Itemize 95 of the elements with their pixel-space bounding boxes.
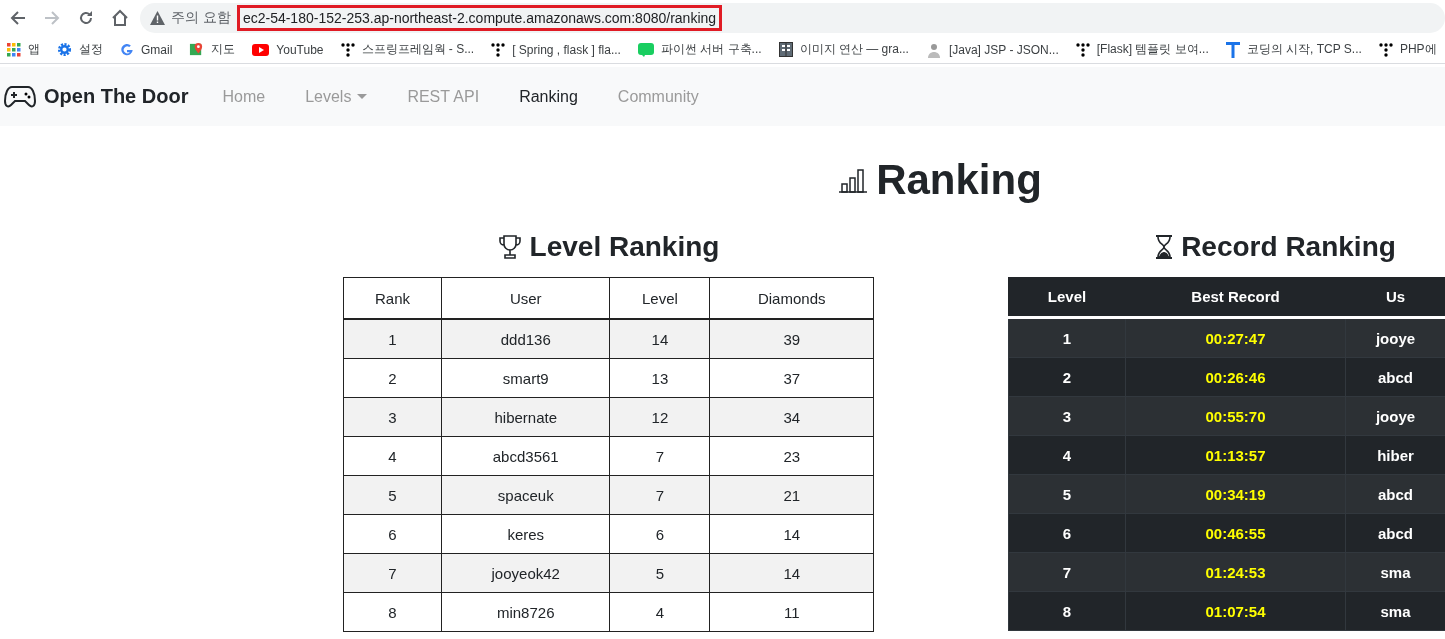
record-time: 00:34:19 xyxy=(1125,474,1346,514)
table-cell: 39 xyxy=(709,319,874,359)
bookmark[interactable]: PHP에 xyxy=(1378,41,1437,58)
table-cell: 2 xyxy=(343,358,442,398)
gear-icon xyxy=(57,42,72,57)
table-cell: 1 xyxy=(343,319,442,359)
url-text: ec2-54-180-152-253.ap-northeast-2.compute.amazonaws.com:8080/ranking xyxy=(236,5,723,31)
table-cell: 4 xyxy=(1008,435,1126,475)
table-cell: 7 xyxy=(343,553,442,593)
table-cell: 23 xyxy=(709,436,874,476)
table-cell: 8 xyxy=(1008,591,1126,631)
map-pin-icon xyxy=(189,42,205,57)
brand-name[interactable]: Open The Door xyxy=(44,85,189,108)
apps-grid-icon xyxy=(7,42,21,57)
table-cell: 7 xyxy=(1008,552,1126,592)
person-icon xyxy=(925,41,942,58)
trophy-icon xyxy=(497,234,522,260)
table-cell: 12 xyxy=(609,397,710,437)
record-time: 00:26:46 xyxy=(1125,357,1346,397)
table-cell: 6 xyxy=(609,514,710,554)
bookmark[interactable]: 스프링프레임웍 - S... xyxy=(340,41,475,58)
bookmark[interactable]: YouTube xyxy=(252,42,324,57)
table-cell: 21 xyxy=(709,475,874,515)
table-cell: abcd xyxy=(1345,474,1445,514)
security-warning: 주의 요함 xyxy=(171,9,231,27)
table-cell: 14 xyxy=(609,319,710,359)
table-cell: 2 xyxy=(1008,357,1126,397)
table-cell: keres xyxy=(441,514,610,554)
table-cell: 11 xyxy=(709,592,874,632)
bookmark[interactable]: 코딩의 시작, TCP S... xyxy=(1225,41,1362,58)
table-cell: 4 xyxy=(609,592,710,632)
bookmark[interactable]: [Flask] 템플릿 보여... xyxy=(1075,41,1209,58)
table-cell: spaceuk xyxy=(441,475,610,515)
table-cell: min8726 xyxy=(441,592,610,632)
t-letter-icon xyxy=(1225,41,1240,58)
bookmark[interactable]: 설정 xyxy=(57,41,103,58)
table-cell: 7 xyxy=(609,475,710,515)
bookmark[interactable]: [Java] JSP - JSON... xyxy=(925,41,1059,58)
bookmark[interactable]: 이미지 연산 — gra... xyxy=(778,41,909,58)
table-cell: hibernate xyxy=(441,397,610,437)
blog-icon xyxy=(637,42,654,57)
table-cell: sma xyxy=(1345,552,1445,592)
table-cell: 13 xyxy=(609,358,710,398)
home-icon xyxy=(111,9,129,27)
play-icon xyxy=(252,43,270,56)
table-cell: jooye xyxy=(1345,396,1445,436)
forward-arrow-icon xyxy=(44,10,60,26)
table-cell: jooye xyxy=(1345,317,1445,358)
table-cell: smart9 xyxy=(441,358,610,398)
dots-icon xyxy=(340,42,355,57)
table-cell: 3 xyxy=(1008,396,1126,436)
table-cell: 7 xyxy=(609,436,710,476)
book-icon xyxy=(778,42,793,57)
record-time: 00:55:70 xyxy=(1125,396,1346,436)
table-cell: 14 xyxy=(709,553,874,593)
bookmark[interactable]: 지도 xyxy=(189,41,236,58)
table-cell: ddd136 xyxy=(441,319,610,359)
dots-icon xyxy=(491,42,506,57)
dots-icon xyxy=(1075,42,1090,57)
table-cell: 4 xyxy=(343,436,442,476)
record-time: 00:27:47 xyxy=(1125,317,1346,358)
table-cell: 5 xyxy=(343,475,442,515)
table-cell: 37 xyxy=(709,358,874,398)
reload-icon xyxy=(78,10,94,26)
table-cell: 1 xyxy=(1008,317,1126,358)
record-time: 01:24:53 xyxy=(1125,552,1346,592)
section-title: Record Ranking xyxy=(1181,231,1396,263)
address-bar[interactable]: 주의 요함 ec2-54-180-152-253.ap-northeast-2.compute.amazonaws.com:8080/ranking xyxy=(140,3,1445,33)
table-cell: abcd3561 xyxy=(441,436,610,476)
page-title: Ranking xyxy=(876,155,1042,205)
table-cell: 6 xyxy=(343,514,442,554)
hourglass-icon xyxy=(1155,235,1174,259)
back-arrow-icon xyxy=(10,10,26,26)
table-cell: 3 xyxy=(343,397,442,437)
table-cell: 34 xyxy=(709,397,874,437)
warning-icon xyxy=(150,11,165,25)
bookmark[interactable]: 파이썬 서버 구축... xyxy=(637,41,762,58)
record-time: 01:13:57 xyxy=(1125,435,1346,475)
dots-icon xyxy=(1378,42,1393,57)
gamepad-icon xyxy=(4,84,36,109)
section-title: Level Ranking xyxy=(529,231,720,263)
table-cell: 6 xyxy=(1008,513,1126,553)
table-cell: jooyeok42 xyxy=(441,553,610,593)
table-cell: 8 xyxy=(343,592,442,632)
g-logo-icon xyxy=(120,42,134,57)
bar-chart-icon xyxy=(838,167,869,193)
table-cell: 14 xyxy=(709,514,874,554)
bookmark[interactable]: Gmail xyxy=(120,42,173,57)
record-time: 01:07:54 xyxy=(1125,591,1346,631)
bookmark[interactable]: 앱 xyxy=(7,41,40,58)
nav-link[interactable]: Ranking xyxy=(499,79,598,114)
table-cell: 5 xyxy=(1008,474,1126,514)
record-time: 00:46:55 xyxy=(1125,513,1346,553)
table-cell: 5 xyxy=(609,553,710,593)
bookmark[interactable]: [ Spring , flask ] fla... xyxy=(491,42,621,57)
